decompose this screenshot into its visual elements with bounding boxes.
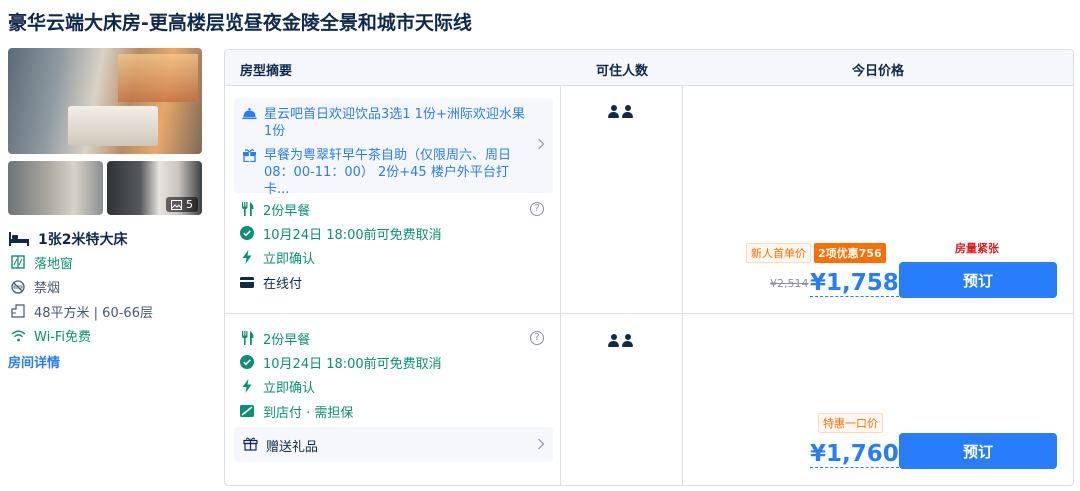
photo-count-badge[interactable]: 5 (166, 197, 198, 212)
column-divider (560, 86, 561, 485)
feature-breakfast: 2份早餐 (240, 329, 311, 348)
area-icon (8, 303, 28, 319)
bed-image (68, 106, 158, 146)
guest-capacity (608, 334, 634, 348)
feature-text: 立即确认 (263, 251, 316, 267)
gift-box[interactable]: 赠送礼品 (234, 427, 553, 462)
fact-label: 落地窗 (34, 256, 74, 272)
person-icon (608, 105, 619, 119)
feature-text: 2份早餐 (263, 332, 311, 348)
feature-breakfast: 2份早餐 (240, 200, 311, 219)
perk-item: 早餐为粤翠轩早午茶自助（仅限周六、周日08：00-11：00） 2份+45 楼户… (242, 147, 532, 198)
book-button[interactable]: 预订 (899, 433, 1057, 469)
lightning-icon (240, 250, 254, 264)
gift-icon (242, 148, 258, 198)
room-facts: 1张2米特大床 落地窗 禁烟 48平方米 | 60-66层 Wi-Fi免费 (8, 228, 208, 348)
original-price: ¥2,514 (770, 277, 809, 290)
book-button[interactable]: 预订 (899, 262, 1057, 298)
feature-text: 10月24日 18:00前可免费取消 (263, 356, 442, 372)
discount-tag[interactable]: 2项优惠756 (814, 243, 886, 263)
person-icon (608, 334, 619, 348)
feature-payment: 在线付 (240, 273, 303, 292)
feature-instant-confirm: 立即确认 (240, 248, 316, 267)
image-icon (171, 199, 182, 210)
price[interactable]: ¥1,760 (810, 441, 899, 468)
wifi-icon (8, 328, 28, 344)
check-circle-icon (240, 355, 254, 369)
perk-text: 早餐为粤翠轩早午茶自助（仅限周六、周日08：00-11：00） 2份+45 楼户… (264, 148, 512, 197)
feature-text: 10月24日 18:00前可免费取消 (263, 227, 442, 243)
fact-label: 禁烟 (34, 281, 61, 297)
no-smoking-icon (8, 279, 28, 295)
feature-text: 在线付 (263, 276, 303, 292)
bed-type: 1张2米特大床 (8, 228, 208, 250)
room-photo-thumb[interactable]: 5 (107, 161, 202, 215)
credit-card-icon (240, 275, 254, 289)
price[interactable]: ¥1,758 (810, 270, 899, 297)
feature-payment: 到店付 · 需担保 (240, 402, 354, 421)
feature-cancellation: 10月24日 18:00前可免费取消 (240, 224, 442, 243)
feature-text: 2份早餐 (263, 203, 311, 219)
perk-text: 星云吧首日欢迎饮品3选1 1份+洲际欢迎水果1份 (264, 107, 525, 139)
row-divider (225, 313, 1073, 314)
fact-label: 48平方米 | 60-66层 (34, 305, 153, 321)
chevron-right-icon[interactable] (537, 438, 545, 450)
feature-text: 到店付 · 需担保 (263, 405, 354, 421)
person-icon (622, 334, 633, 348)
gift-icon (243, 437, 258, 451)
room-photo-main[interactable] (8, 48, 202, 154)
feature-instant-confirm: 立即确认 (240, 377, 316, 396)
window-view (118, 54, 198, 102)
perk-item: 星云吧首日欢迎饮品3选1 1份+洲际欢迎水果1份 (242, 106, 532, 140)
fact-no-smoking: 禁烟 (8, 275, 208, 300)
guest-capacity (608, 105, 634, 119)
gift-label: 赠送礼品 (266, 440, 319, 455)
room-gallery[interactable]: 5 (8, 48, 202, 216)
help-icon[interactable]: ? (530, 331, 544, 345)
help-icon[interactable]: ? (530, 202, 544, 216)
bed-type-label: 1张2米特大床 (38, 232, 128, 248)
column-divider (682, 86, 683, 485)
table-header: 房型摘要 可住人数 今日价格 (225, 50, 1073, 86)
header-guests: 可住人数 (595, 64, 648, 79)
fact-area: 48平方米 | 60-66层 (8, 299, 208, 324)
room-details-link[interactable]: 房间详情 (8, 352, 60, 371)
fact-label: Wi-Fi免费 (34, 330, 92, 346)
fact-window: 落地窗 (8, 250, 208, 275)
utensils-icon (240, 202, 254, 216)
window-icon (8, 254, 28, 270)
rate-table: 房型摘要 可住人数 今日价格 星云吧首日欢迎饮品3选1 1份+洲际欢迎水果1份 … (224, 49, 1074, 486)
utensils-icon (240, 331, 254, 345)
person-icon (622, 105, 633, 119)
fact-wifi: Wi-Fi免费 (8, 324, 208, 349)
cloche-icon (242, 107, 258, 140)
new-user-price-tag: 新人首单价 (746, 243, 811, 263)
feature-text: 立即确认 (263, 380, 316, 396)
lightning-icon (240, 379, 254, 393)
chevron-right-icon[interactable] (537, 138, 545, 150)
check-circle-icon (240, 226, 254, 240)
room-title: 豪华云端大床房-更高楼层览昼夜金陵全景和城市天际线 (8, 12, 472, 34)
header-summary: 房型摘要 (240, 64, 293, 79)
scarcity-label: 房量紧张 (955, 242, 999, 255)
perks-box[interactable]: 星云吧首日欢迎饮品3选1 1份+洲际欢迎水果1份 早餐为粤翠轩早午茶自助（仅限周… (234, 98, 553, 197)
bed-icon (8, 231, 30, 247)
special-price-tag: 特惠一口价 (818, 413, 883, 433)
room-photo-thumb[interactable] (8, 161, 103, 215)
header-price: 今日价格 (851, 64, 904, 79)
photo-count: 5 (186, 198, 193, 211)
feature-cancellation: 10月24日 18:00前可免费取消 (240, 353, 442, 372)
pay-at-hotel-icon (240, 404, 254, 418)
